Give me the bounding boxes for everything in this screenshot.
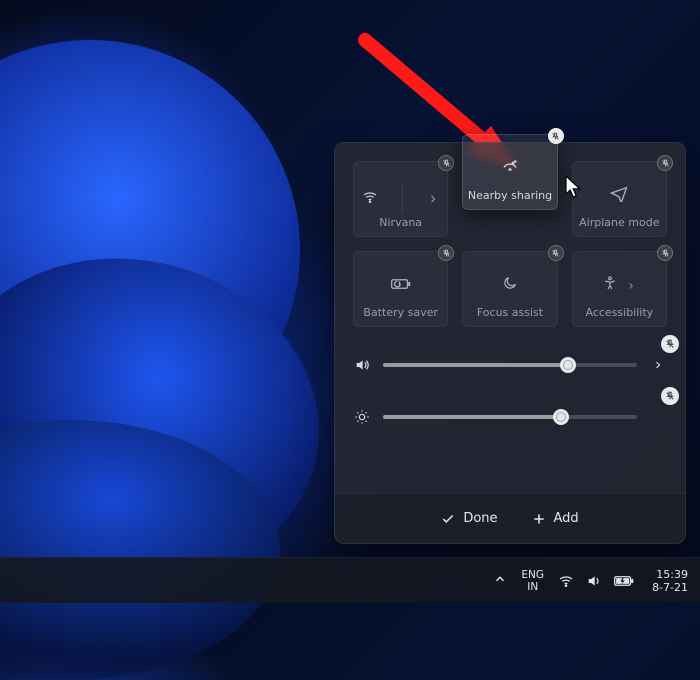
brightness-icon [353, 409, 371, 425]
wifi-tray-icon[interactable] [558, 573, 574, 589]
done-button[interactable]: Done [441, 511, 497, 526]
battery-saver-icon [391, 276, 411, 295]
done-label: Done [463, 511, 497, 526]
unpin-icon[interactable] [438, 245, 454, 261]
tile-label: Airplane mode [573, 216, 666, 229]
unpin-icon[interactable] [438, 155, 454, 171]
check-icon [441, 512, 455, 526]
tile-label: Battery saver [354, 306, 447, 319]
chevron-right-icon[interactable] [427, 190, 439, 209]
tile-label: Accessibility [573, 306, 666, 319]
battery-tray-icon[interactable] [614, 574, 634, 588]
chevron-right-icon[interactable] [649, 359, 667, 371]
unpin-icon[interactable] [657, 245, 673, 261]
wifi-icon [362, 189, 378, 209]
language-indicator[interactable]: ENG IN [521, 569, 544, 593]
chevron-right-icon[interactable] [626, 276, 636, 295]
lang-primary: ENG [521, 569, 544, 581]
clock-time: 15:39 [656, 568, 688, 581]
unpin-icon[interactable] [661, 335, 679, 353]
unpin-icon[interactable] [548, 128, 564, 144]
quick-settings-panel: Nirvana Nearby sharing A [334, 142, 686, 544]
plus-icon [532, 512, 546, 526]
tile-accessibility[interactable]: Accessibility [572, 251, 667, 327]
tile-grid: Nirvana Nearby sharing A [353, 161, 667, 327]
airplane-icon [610, 184, 628, 206]
tile-focus-assist[interactable]: Focus assist [462, 251, 557, 327]
lang-secondary: IN [527, 581, 538, 593]
sliders [353, 349, 667, 433]
brightness-slider[interactable] [353, 401, 667, 433]
tile-nearby-sharing[interactable]: Nearby sharing [462, 134, 557, 210]
unpin-icon[interactable] [548, 245, 564, 261]
tile-label: Focus assist [463, 306, 556, 319]
volume-tray-icon[interactable] [586, 573, 602, 589]
add-button[interactable]: Add [532, 511, 579, 526]
quick-settings-footer: Done Add [335, 493, 685, 543]
clock[interactable]: 15:39 8-7-21 [652, 568, 688, 594]
add-label: Add [554, 511, 579, 526]
volume-icon [353, 357, 371, 373]
moon-icon [502, 275, 518, 295]
accessibility-icon [602, 275, 618, 295]
nearby-sharing-icon [501, 157, 519, 179]
tile-label: Nearby sharing [463, 189, 556, 202]
system-tray[interactable] [558, 573, 634, 589]
slider-track[interactable] [383, 415, 637, 419]
tile-airplane-mode[interactable]: Airplane mode [572, 161, 667, 237]
slider-track[interactable] [383, 363, 637, 367]
tile-label: Nirvana [354, 216, 447, 229]
tile-wifi[interactable]: Nirvana [353, 161, 448, 237]
unpin-icon[interactable] [661, 387, 679, 405]
tray-overflow-chevron-icon[interactable] [493, 572, 507, 589]
unpin-icon[interactable] [657, 155, 673, 171]
mouse-cursor [565, 175, 583, 199]
taskbar: ENG IN 15:39 8-7-21 [0, 557, 700, 603]
clock-date: 8-7-21 [652, 581, 688, 594]
tile-battery-saver[interactable]: Battery saver [353, 251, 448, 327]
volume-slider[interactable] [353, 349, 667, 381]
